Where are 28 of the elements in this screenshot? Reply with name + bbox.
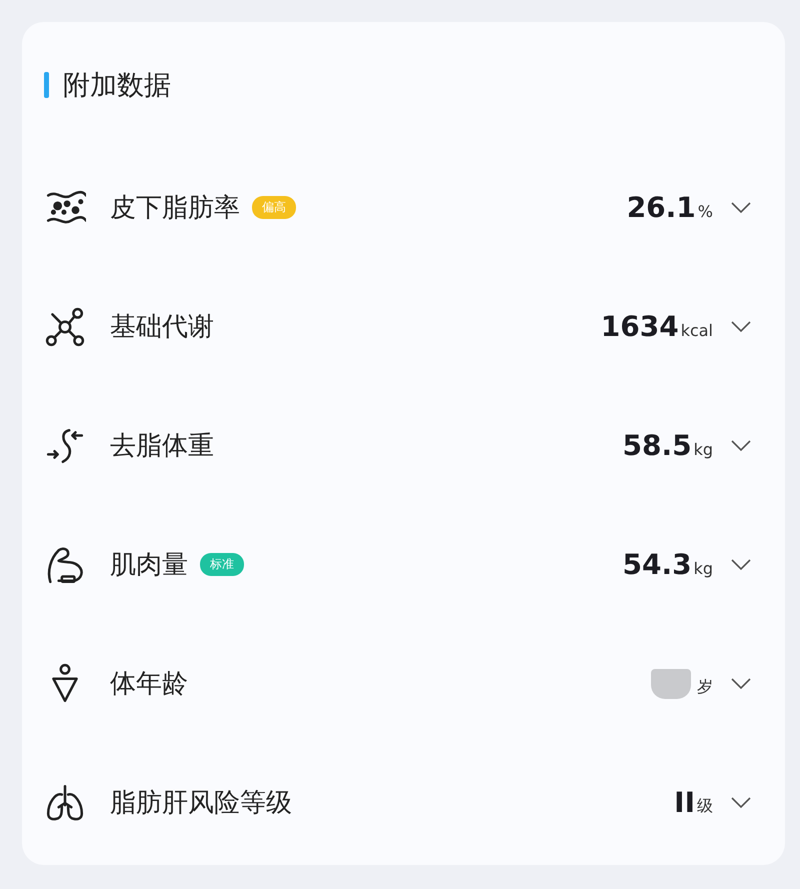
chevron-icon[interactable] [731, 320, 751, 332]
metric-label: 肌肉量 [110, 549, 188, 582]
metric-unit: kg [694, 440, 713, 459]
chevron-icon[interactable] [731, 440, 751, 452]
accent-bar [44, 72, 49, 98]
section-title: 附加数据 [63, 69, 171, 103]
metric-value: 54.3 [622, 548, 692, 581]
metric-value: II [674, 786, 695, 819]
chevron-icon[interactable] [731, 202, 751, 214]
metric-value: 1634 [600, 310, 679, 343]
metric-label: 体年龄 [110, 668, 188, 701]
chevron-icon[interactable] [731, 558, 751, 570]
chevron-icon[interactable] [731, 678, 751, 690]
metric-label: 皮下脂肪率 [110, 192, 240, 225]
metric-unit: % [698, 202, 713, 221]
metric-unit: 级 [697, 796, 713, 817]
metric-label: 脂肪肝风险等级 [110, 787, 292, 820]
metric-unit: kg [694, 559, 713, 578]
metric-value: 58.5 [622, 429, 692, 462]
status-badge: 标准 [200, 553, 244, 576]
metric-unit: kcal [680, 321, 713, 340]
molecule-icon [44, 306, 86, 348]
status-badge: 偏高 [252, 196, 296, 219]
metric-label: 去脂体重 [110, 430, 214, 463]
metric-value: 26.1 [626, 191, 696, 224]
chevron-icon[interactable] [731, 796, 751, 808]
metric-label: 基础代谢 [110, 311, 214, 344]
metric-unit: 岁 [697, 677, 713, 698]
